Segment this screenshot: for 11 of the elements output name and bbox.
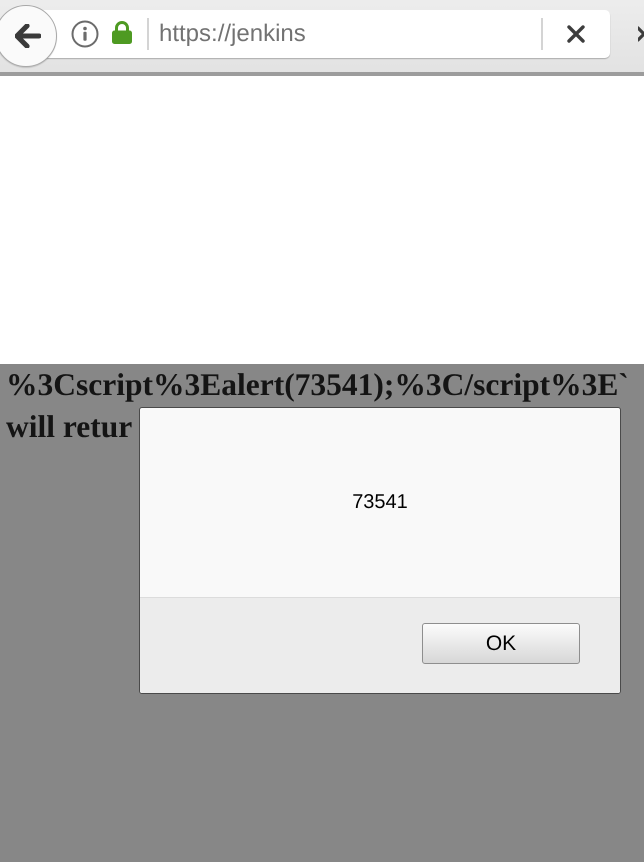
left-arrow-icon	[15, 24, 41, 48]
close-icon[interactable]	[567, 25, 585, 43]
info-icon[interactable]	[71, 20, 99, 48]
back-button[interactable]	[0, 5, 57, 67]
ok-button[interactable]: OK	[422, 623, 580, 664]
alert-message: 73541	[352, 491, 408, 514]
url-text[interactable]: https://jenkins	[159, 20, 541, 48]
page-text: %3Cscript%3Ealert(73541);%3C/script%3E`	[6, 367, 629, 402]
chevron-icon[interactable]	[638, 25, 644, 43]
lock-icon[interactable]	[112, 21, 132, 44]
page-text: will retur	[6, 409, 132, 444]
